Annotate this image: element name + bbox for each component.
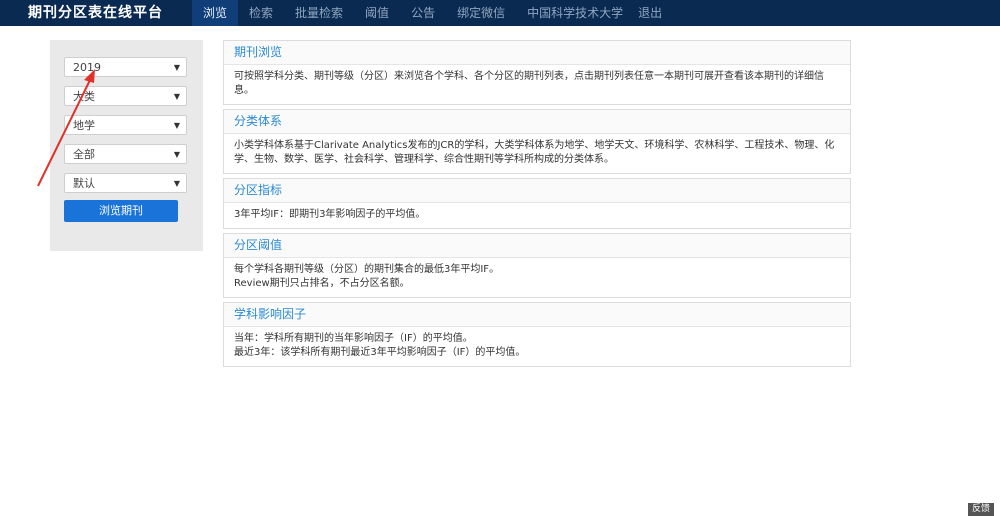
caret-down-icon: ▼ [173, 63, 180, 72]
card-body: 小类学科体系基于Clarivate Analytics发布的JCR的学科，大类学… [224, 134, 850, 173]
nav-menu: 浏览 检索 批量检索 阈值 公告 绑定微信 中国科学技术大学 退出 [192, 0, 666, 26]
nav-threshold[interactable]: 阈值 [354, 0, 400, 26]
caret-down-icon: ▼ [173, 179, 180, 188]
card-text: 可按照学科分类、期刊等级（分区）来浏览各个学科、各个分区的期刊列表，点击期刊列表… [234, 71, 824, 96]
year-select-value: 2019 [73, 61, 101, 74]
nav-bind-wechat[interactable]: 绑定微信 [446, 0, 516, 26]
card-body: 每个学科各期刊等级（分区）的期刊集合的最低3年平均IF。 Review期刊只占排… [224, 258, 850, 297]
site-title[interactable]: 期刊分区表在线平台 [28, 0, 163, 26]
nav-batch-search[interactable]: 批量检索 [284, 0, 354, 26]
card-title: 分类体系 [224, 110, 850, 134]
card-text: 3年平均IF：即期刊3年影响因子的平均值。 [234, 209, 426, 220]
card-body: 可按照学科分类、期刊等级（分区）来浏览各个学科、各个分区的期刊列表，点击期刊列表… [224, 65, 850, 104]
card-text: 当年：学科所有期刊的当年影响因子（IF）的平均值。 [234, 333, 473, 344]
category-level-value: 大类 [73, 90, 95, 103]
info-card-journal-browse: 期刊浏览 可按照学科分类、期刊等级（分区）来浏览各个学科、各个分区的期刊列表，点… [223, 40, 851, 105]
info-card-zone-metric: 分区指标 3年平均IF：即期刊3年影响因子的平均值。 [223, 178, 851, 229]
sort-select[interactable]: 默认 ▼ [64, 173, 187, 193]
card-title: 学科影响因子 [224, 303, 850, 327]
info-card-subject-impact-factor: 学科影响因子 当年：学科所有期刊的当年影响因子（IF）的平均值。 最近3年：该学… [223, 302, 851, 367]
card-title: 期刊浏览 [224, 41, 850, 65]
info-card-classification: 分类体系 小类学科体系基于Clarivate Analytics发布的JCR的学… [223, 109, 851, 174]
card-text: 最近3年：该学科所有期刊最近3年平均影响因子（IF）的平均值。 [234, 347, 526, 358]
info-section: 期刊浏览 可按照学科分类、期刊等级（分区）来浏览各个学科、各个分区的期刊列表，点… [223, 40, 851, 371]
nav-announcement[interactable]: 公告 [400, 0, 446, 26]
caret-down-icon: ▼ [173, 150, 180, 159]
zone-select[interactable]: 全部 ▼ [64, 144, 187, 164]
nav-browse[interactable]: 浏览 [192, 0, 239, 26]
card-title: 分区指标 [224, 179, 850, 203]
nav-logout[interactable]: 退出 [634, 0, 666, 26]
card-text: 每个学科各期刊等级（分区）的期刊集合的最低3年平均IF。 [234, 264, 500, 275]
filter-panel: 2019 ▼ 大类 ▼ 地学 ▼ 全部 ▼ 默认 ▼ 浏览期刊 [50, 40, 203, 251]
card-body: 3年平均IF：即期刊3年影响因子的平均值。 [224, 203, 850, 228]
feedback-button[interactable]: 反馈 [968, 503, 994, 516]
year-select[interactable]: 2019 ▼ [64, 57, 187, 77]
card-body: 当年：学科所有期刊的当年影响因子（IF）的平均值。 最近3年：该学科所有期刊最近… [224, 327, 850, 366]
card-text: Review期刊只占排名，不占分区名额。 [234, 278, 410, 289]
sort-value: 默认 [73, 177, 95, 190]
subject-select[interactable]: 地学 ▼ [64, 115, 187, 135]
nav-user-name: 中国科学技术大学 [527, 6, 624, 20]
caret-down-icon: ▼ [173, 92, 180, 101]
card-title: 分区阈值 [224, 234, 850, 258]
subject-value: 地学 [73, 119, 95, 132]
nav-search[interactable]: 检索 [238, 0, 284, 26]
info-card-zone-threshold: 分区阈值 每个学科各期刊等级（分区）的期刊集合的最低3年平均IF。 Review… [223, 233, 851, 298]
browse-journals-button[interactable]: 浏览期刊 [64, 200, 178, 222]
category-level-select[interactable]: 大类 ▼ [64, 86, 187, 106]
top-navbar: 期刊分区表在线平台 浏览 检索 批量检索 阈值 公告 绑定微信 中国科学技术大学… [0, 0, 1000, 26]
zone-value: 全部 [73, 148, 95, 161]
card-text: 小类学科体系基于Clarivate Analytics发布的JCR的学科，大类学… [234, 140, 835, 165]
caret-down-icon: ▼ [173, 121, 180, 130]
